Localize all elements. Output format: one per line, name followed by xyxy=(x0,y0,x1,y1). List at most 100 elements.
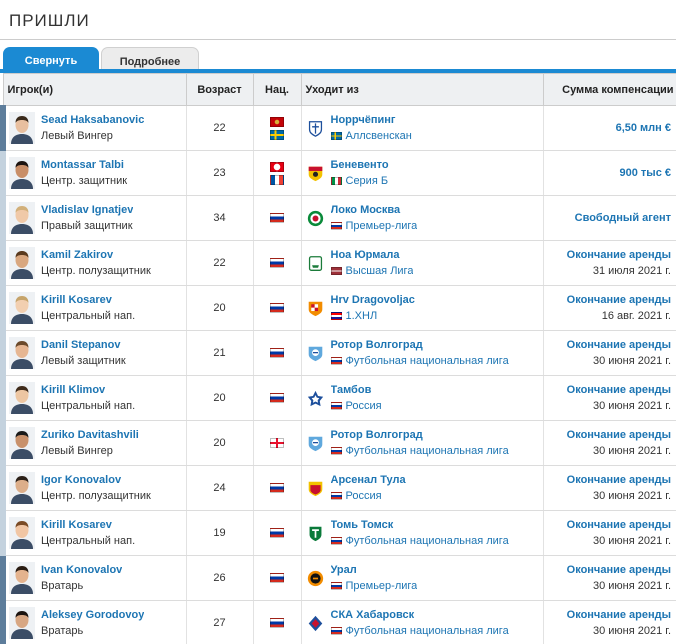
fee-value[interactable]: Окончание аренды xyxy=(544,607,671,623)
fee-cell: 900 тыс € xyxy=(543,150,676,196)
club-name-link[interactable]: СКА Хабаровск xyxy=(331,607,509,623)
col-header-from-club[interactable]: Уходит из xyxy=(300,73,544,106)
fee-value[interactable]: Окончание аренды xyxy=(544,427,671,443)
club-name-link[interactable]: Локо Москва xyxy=(331,202,418,218)
player-name-link[interactable]: Ivan Konovalov xyxy=(41,562,122,578)
player-name-link[interactable]: Kamil Zakirov xyxy=(41,247,151,263)
player-name-link[interactable]: Sead Haksabanovic xyxy=(41,112,144,128)
player-name-link[interactable]: Kirill Kosarev xyxy=(41,292,135,308)
crest-benevento-icon[interactable] xyxy=(307,165,324,182)
fee-value[interactable]: 900 тыс € xyxy=(544,165,671,181)
col-header-fee[interactable]: Сумма компенсации xyxy=(542,73,676,106)
fee-value[interactable]: Окончание аренды xyxy=(544,247,671,263)
player-position: Левый защитник xyxy=(41,355,126,367)
player-position: Левый Вингер xyxy=(41,445,113,457)
table-row: Aleksey Gorodovoy Вратарь 27 СКА Хабаровск Ф… xyxy=(0,600,676,644)
crest-rotor-icon[interactable] xyxy=(307,345,324,362)
fee-value[interactable]: Свободный агент xyxy=(544,210,671,226)
club-name-link[interactable]: Ноа Юрмала xyxy=(331,247,414,263)
club-name-link[interactable]: Урал xyxy=(331,562,418,578)
player-photo[interactable] xyxy=(9,472,35,504)
fee-value[interactable]: 6,50 млн € xyxy=(544,120,671,136)
fee-value[interactable]: Окончание аренды xyxy=(544,337,671,353)
fee-value[interactable]: Окончание аренды xyxy=(544,562,671,578)
fee-value[interactable]: Окончание аренды xyxy=(544,472,671,488)
crest-arsenal-tula-icon[interactable] xyxy=(307,480,324,497)
player-position: Правый защитник xyxy=(41,220,133,232)
player-age: 22 xyxy=(186,105,254,151)
fee-value[interactable]: Окончание аренды xyxy=(544,292,671,308)
tunisia-flag-icon xyxy=(270,161,284,172)
crest-noah-jurmala-icon[interactable] xyxy=(307,255,324,272)
league-name-link[interactable]: Высшая Лига xyxy=(346,263,414,279)
player-name-link[interactable]: Zuriko Davitashvili xyxy=(41,427,139,443)
crest-ska-khabarovsk-icon[interactable] xyxy=(307,615,324,632)
league-name-link[interactable]: Футбольная национальная лига xyxy=(346,353,509,369)
player-photo[interactable] xyxy=(9,607,35,639)
league-name-link[interactable]: Россия xyxy=(346,488,382,504)
player-photo[interactable] xyxy=(9,562,35,594)
crest-tambov-icon[interactable] xyxy=(307,390,324,407)
player-photo[interactable] xyxy=(9,382,35,414)
player-name-link[interactable]: Igor Konovalov xyxy=(41,472,151,488)
latvia-flag-icon xyxy=(330,267,342,275)
nationality-cell xyxy=(253,285,302,331)
club-name-link[interactable]: Арсенал Тула xyxy=(331,472,406,488)
player-cell: Kamil Zakirov Центр. полузащитник xyxy=(0,240,187,286)
club-name-link[interactable]: Ротор Волгоград xyxy=(331,337,509,353)
club-name-link[interactable]: Hrv Dragovoljac xyxy=(331,292,415,308)
player-name-link[interactable]: Kirill Klimov xyxy=(41,382,135,398)
col-header-age[interactable]: Возраст xyxy=(185,73,254,106)
player-photo[interactable] xyxy=(9,112,35,144)
player-name-link[interactable]: Vladislav Ignatjev xyxy=(41,202,133,218)
club-name-link[interactable]: Тамбов xyxy=(331,382,382,398)
club-name-link[interactable]: Беневенто xyxy=(331,157,389,173)
league-name-link[interactable]: Премьер-лига xyxy=(346,578,418,594)
player-photo[interactable] xyxy=(9,517,35,549)
player-age: 20 xyxy=(186,285,254,331)
player-position: Центр. защитник xyxy=(41,175,128,187)
player-photo[interactable] xyxy=(9,247,35,279)
col-header-nationality[interactable]: Нац. xyxy=(252,73,302,106)
league-name-link[interactable]: Аллсвенскан xyxy=(346,128,412,144)
league-name-link[interactable]: Премьер-лига xyxy=(346,218,418,234)
club-name-link[interactable]: Ротор Волгоград xyxy=(331,427,509,443)
player-name-link[interactable]: Aleksey Gorodovoy xyxy=(41,607,144,623)
fee-date: 30 июня 2021 г. xyxy=(592,400,671,412)
player-photo[interactable] xyxy=(9,292,35,324)
player-name-link[interactable]: Kirill Kosarev xyxy=(41,517,135,533)
nationality-cell xyxy=(253,240,302,286)
player-photo[interactable] xyxy=(9,202,35,234)
fee-value[interactable]: Окончание аренды xyxy=(544,517,671,533)
league-name-link[interactable]: Футбольная национальная лига xyxy=(346,443,509,459)
league-name-link[interactable]: Серия Б xyxy=(346,173,389,189)
player-name-link[interactable]: Montassar Talbi xyxy=(41,157,127,173)
league-name-link[interactable]: 1.ХНЛ xyxy=(346,308,378,324)
fee-value[interactable]: Окончание аренды xyxy=(544,382,671,398)
fee-date: 30 июня 2021 г. xyxy=(592,625,671,637)
player-photo[interactable] xyxy=(9,427,35,459)
club-name-link[interactable]: Томь Томск xyxy=(331,517,509,533)
crest-dragovoljac-icon[interactable] xyxy=(307,300,324,317)
crest-lokomotiv-icon[interactable] xyxy=(307,210,324,227)
crest-tom-tomsk-icon[interactable] xyxy=(307,525,324,542)
nationality-cell xyxy=(253,330,302,376)
player-position: Центр. полузащитник xyxy=(41,490,151,502)
league-name-link[interactable]: Футбольная национальная лига xyxy=(346,533,509,549)
crest-norrkoping-icon[interactable] xyxy=(307,120,324,137)
league-name-link[interactable]: Россия xyxy=(346,398,382,414)
player-name-link[interactable]: Danil Stepanov xyxy=(41,337,126,353)
player-photo[interactable] xyxy=(9,337,35,369)
russia-flag-icon xyxy=(330,627,342,635)
nationality-cell xyxy=(253,510,302,556)
col-header-player[interactable]: Игрок(и) xyxy=(2,73,187,106)
player-photo[interactable] xyxy=(9,157,35,189)
from-club-cell: Ротор Волгоград Футбольная национальная л… xyxy=(301,420,544,466)
league-name-link[interactable]: Футбольная национальная лига xyxy=(346,623,509,639)
club-name-link[interactable]: Норрчёпинг xyxy=(331,112,412,128)
fee-date: 31 июля 2021 г. xyxy=(592,265,671,277)
table-row: Ivan Konovalov Вратарь 26 Урал Премьер-лига О… xyxy=(0,555,676,601)
crest-ural-icon[interactable] xyxy=(307,570,324,587)
crest-rotor-icon[interactable] xyxy=(307,435,324,452)
table-row: Montassar Talbi Центр. защитник 23 Беневент… xyxy=(0,150,676,196)
